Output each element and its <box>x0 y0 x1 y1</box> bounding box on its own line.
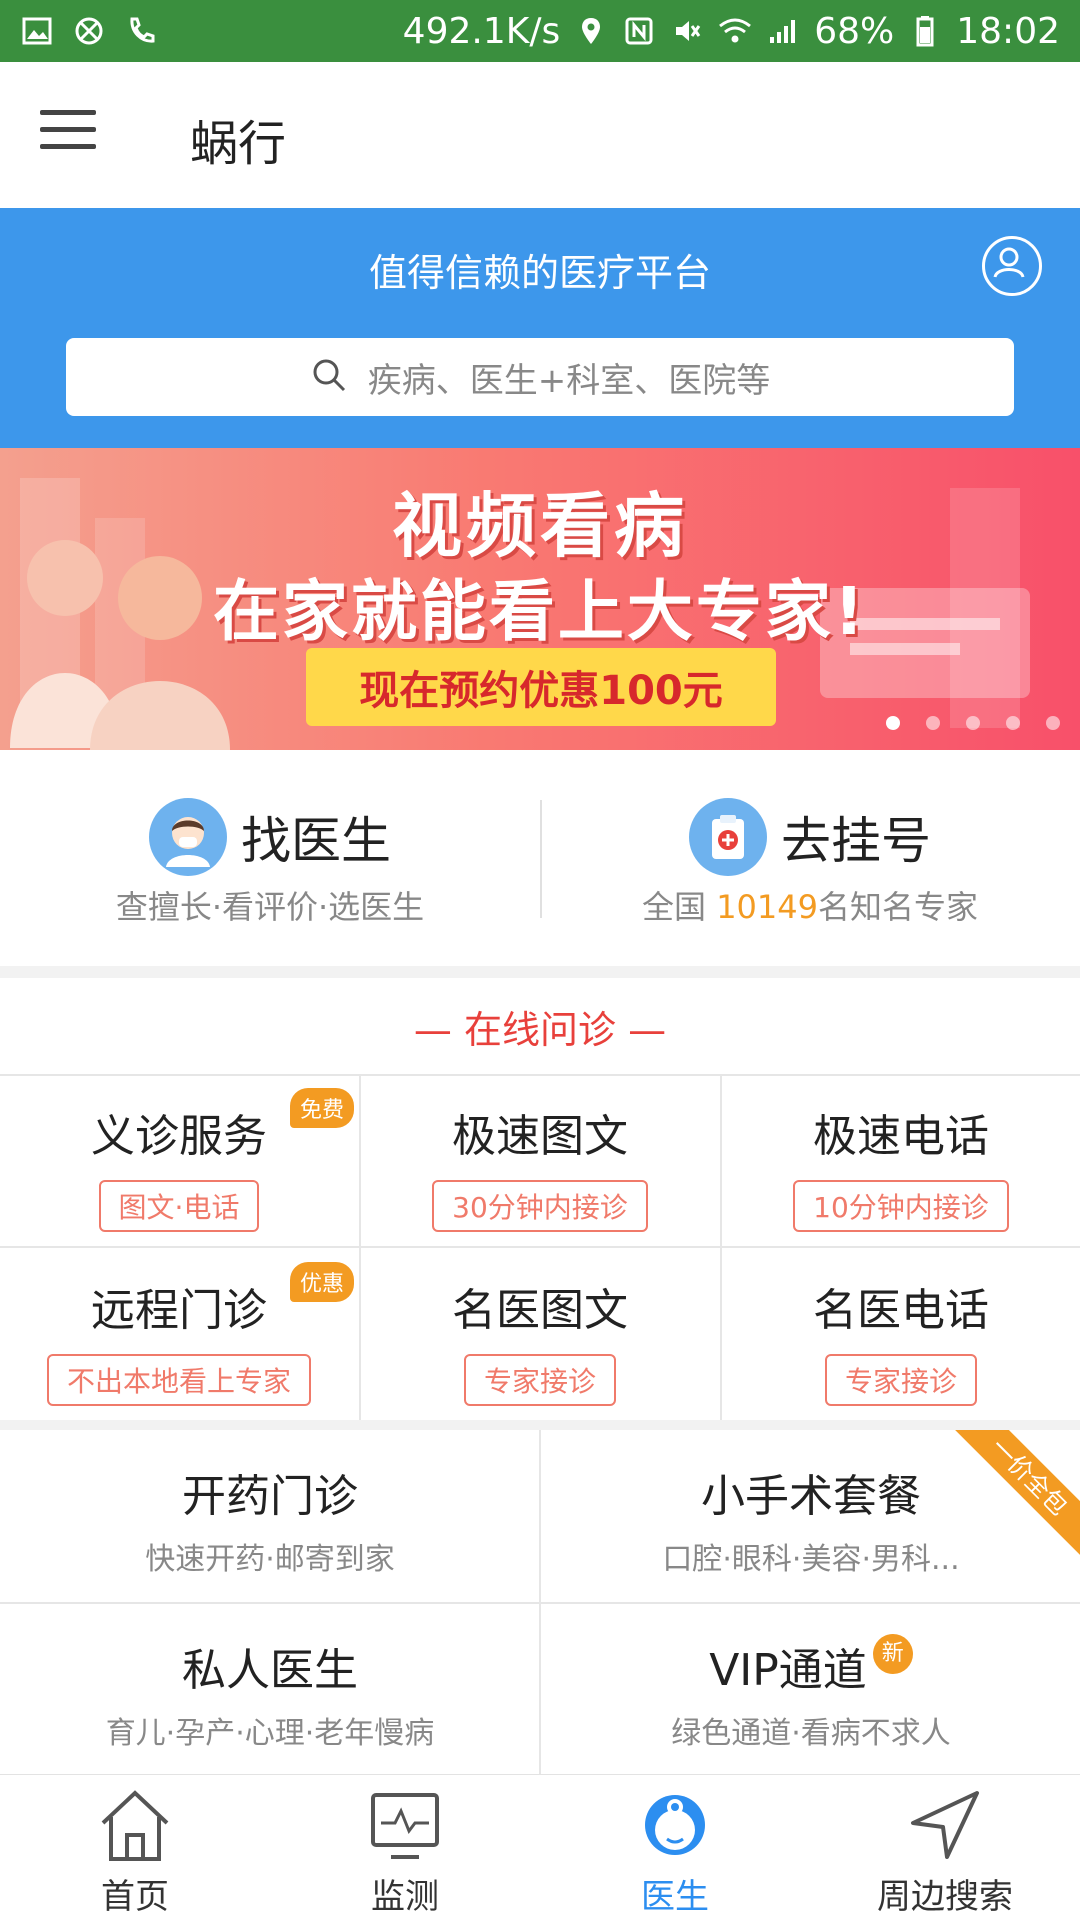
search-input[interactable]: 疾病、医生+科室、医院等 <box>66 338 1014 416</box>
register-title: 去挂号 <box>781 812 931 870</box>
remote-clinic-service[interactable]: 优惠 远程门诊 不出本地看上专家 <box>0 1248 358 1420</box>
banner-subheadline: 在家就能看上大专家! <box>212 573 868 650</box>
app-bar: 蜗行 <box>0 62 1080 209</box>
doctor-icon <box>635 1785 715 1865</box>
carousel-indicator <box>886 716 1060 730</box>
service-tag: 30分钟内接诊 <box>432 1180 648 1232</box>
clipboard-medical-icon <box>689 798 767 876</box>
banner-headline: 视频看病 <box>392 485 688 567</box>
free-clinic-service[interactable]: 免费 义诊服务 图文·电话 <box>0 1074 358 1246</box>
online-consult-heading: — 在线问诊 — <box>0 978 1080 1074</box>
image-notification-icon <box>20 14 54 48</box>
banner-promo-button[interactable]: 现在预约优惠100元 <box>306 648 776 726</box>
location-icon <box>574 14 608 48</box>
private-doctor-service[interactable]: 私人医生 育儿·孕产·心理·老年慢病 <box>0 1604 540 1776</box>
service-tag: 专家接诊 <box>824 1354 977 1406</box>
online-consult-grid: 免费 义诊服务 图文·电话 极速图文 30分钟内接诊 极速电话 10分钟内接诊 … <box>0 1074 1080 1420</box>
famous-doctor-text-service[interactable]: 名医图文 专家接诊 <box>361 1248 719 1420</box>
vip-channel-service[interactable]: VIP通道新 绿色通道·看病不求人 <box>541 1604 1080 1776</box>
service-title: 极速图文 <box>452 1111 628 1162</box>
nav-home[interactable]: 首页 <box>0 1775 270 1921</box>
hero-header: 值得信赖的医疗平台 疾病、医生+科室、医院等 <box>0 208 1080 448</box>
mute-icon <box>670 14 704 48</box>
nav-nearby-search[interactable]: 周边搜索 <box>810 1775 1080 1921</box>
service-tag: 10分钟内接诊 <box>793 1180 1009 1232</box>
signal-icon <box>766 14 800 48</box>
register-card[interactable]: 去挂号 全国 10149名知名专家 <box>540 750 1080 966</box>
nav-label: 监测 <box>371 1877 439 1917</box>
menu-icon[interactable] <box>40 110 96 160</box>
monitor-icon <box>365 1785 445 1865</box>
call-notification-icon <box>124 14 158 48</box>
find-doctor-title: 找医生 <box>241 812 391 870</box>
wifi-icon <box>718 14 752 48</box>
service-title: 名医图文 <box>452 1285 628 1336</box>
nav-doctor[interactable]: 医生 <box>540 1775 810 1921</box>
user-profile-icon[interactable] <box>982 236 1042 296</box>
famous-doctor-phone-service[interactable]: 名医电话 专家接诊 <box>722 1248 1080 1420</box>
nav-label: 周边搜索 <box>877 1877 1013 1917</box>
doctor-avatar-icon <box>149 798 227 876</box>
bottom-navigation: 首页 监测 医生 周边搜索 <box>0 1774 1080 1921</box>
promo-banner[interactable]: 视频看病 在家就能看上大专家! 现在预约优惠100元 <box>0 448 1080 750</box>
service-title: 开药门诊 <box>182 1471 358 1522</box>
service-tag: 专家接诊 <box>463 1354 616 1406</box>
search-icon <box>310 356 348 398</box>
prescription-clinic-service[interactable]: 开药门诊 快速开药·邮寄到家 <box>0 1430 540 1602</box>
app-title: 蜗行 <box>190 116 287 172</box>
nav-label: 首页 <box>101 1877 169 1917</box>
discount-badge: 优惠 <box>289 1262 354 1302</box>
nav-label: 医生 <box>641 1877 709 1917</box>
fast-phone-service[interactable]: 极速电话 10分钟内接诊 <box>722 1074 1080 1246</box>
home-icon <box>95 1785 175 1865</box>
blocked-notification-icon <box>72 14 106 48</box>
service-tag: 不出本地看上专家 <box>46 1354 311 1406</box>
service-subtitle: 快速开药·邮寄到家 <box>145 1542 395 1577</box>
register-subtitle: 全国 10149名知名专家 <box>642 888 978 926</box>
minor-surgery-package[interactable]: 一价全包 小手术套餐 口腔·眼科·美容·男科... <box>541 1430 1080 1602</box>
clock: 18:02 <box>956 10 1060 52</box>
free-badge: 免费 <box>289 1088 354 1128</box>
carousel-dot[interactable] <box>966 716 980 730</box>
status-bar: 492.1K/s 68% 18:02 <box>0 0 1080 62</box>
battery-icon <box>908 14 942 48</box>
service-title: 私人医生 <box>182 1645 358 1696</box>
find-doctor-card[interactable]: 找医生 查擅长·看评价·选医生 <box>0 750 540 966</box>
new-badge: 新 <box>872 1634 913 1674</box>
nav-monitor[interactable]: 监测 <box>270 1775 540 1921</box>
fast-text-service[interactable]: 极速图文 30分钟内接诊 <box>361 1074 719 1246</box>
location-arrow-icon <box>905 1785 985 1865</box>
find-doctor-subtitle: 查擅长·看评价·选医生 <box>115 888 425 926</box>
carousel-dot[interactable] <box>1006 716 1020 730</box>
service-subtitle: 育儿·孕产·心理·老年慢病 <box>105 1716 435 1751</box>
carousel-dot[interactable] <box>886 716 900 730</box>
service-tag: 图文·电话 <box>98 1180 260 1232</box>
service-title: 极速电话 <box>813 1111 989 1162</box>
quick-actions: 找医生 查擅长·看评价·选医生 去挂号 全国 10149名知名专家 <box>0 750 1080 966</box>
search-placeholder: 疾病、医生+科室、医院等 <box>367 360 771 401</box>
battery-percent: 68% <box>814 10 895 52</box>
service-subtitle: 口腔·眼科·美容·男科... <box>662 1542 960 1577</box>
nfc-icon <box>622 14 656 48</box>
slogan: 值得信赖的医疗平台 <box>368 251 711 295</box>
network-speed: 492.1K/s <box>402 10 561 52</box>
service-title: 名医电话 <box>813 1285 989 1336</box>
expert-count: 10149 <box>716 888 818 926</box>
carousel-dot[interactable] <box>926 716 940 730</box>
carousel-dot[interactable] <box>1046 716 1060 730</box>
services-grid: 开药门诊 快速开药·邮寄到家 一价全包 小手术套餐 口腔·眼科·美容·男科...… <box>0 1430 1080 1774</box>
service-title: VIP通道 <box>709 1645 867 1696</box>
service-subtitle: 绿色通道·看病不求人 <box>671 1716 951 1751</box>
